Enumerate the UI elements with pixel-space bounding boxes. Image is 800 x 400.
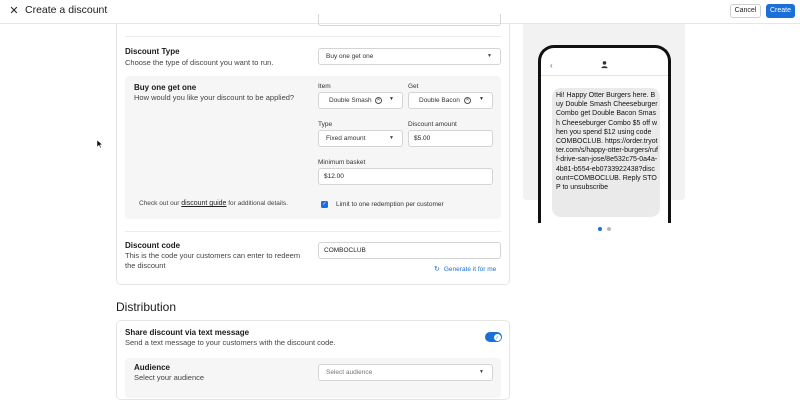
carousel-dot[interactable] (607, 227, 611, 231)
phone-header: ‹ (541, 48, 668, 76)
audience-description: Select your audience (134, 373, 205, 382)
discount-code-description: This is the code your customers can ente… (125, 251, 301, 270)
share-sms-description: Send a text message to your customers wi… (125, 338, 336, 347)
type-value: Fixed amount (326, 135, 366, 142)
generate-code-link[interactable]: ↻ Generate it for me (434, 265, 496, 273)
phone-mockup: ‹ Hi! Happy Otter Burgers here. Buy Doub… (538, 45, 671, 223)
minimum-basket-label: Minimum basket (318, 159, 366, 166)
share-sms-toggle[interactable]: ✓ (485, 332, 502, 342)
check-icon: ✓ (322, 201, 327, 207)
type-label: Type (318, 121, 333, 128)
clear-icon[interactable]: ✕ (464, 97, 471, 104)
sms-message-bubble: Hi! Happy Otter Burgers here. Buy Double… (552, 88, 660, 217)
carousel-dot-active[interactable] (598, 227, 602, 231)
guide-suffix: for additional details. (228, 200, 288, 207)
divider (125, 231, 501, 232)
guide-text: Check out our discount guide for additio… (139, 200, 288, 207)
discount-amount-input[interactable]: $5.00 (408, 130, 493, 147)
previous-field-input[interactable] (318, 14, 501, 26)
chevron-left-icon: ‹ (550, 61, 553, 70)
bogo-title: Buy one get one (134, 83, 197, 92)
discount-guide-link[interactable]: discount guide (181, 200, 226, 207)
audience-select[interactable]: Select audience ▼ (318, 364, 493, 381)
chevron-down-icon: ▼ (389, 135, 394, 141)
minimum-basket-input[interactable]: $12.00 (318, 168, 493, 185)
discount-code-input[interactable]: COMBOCLUB (318, 242, 501, 259)
limit-redemption-checkbox[interactable]: ✓ (321, 201, 328, 208)
share-sms-title: Share discount via text message (125, 328, 250, 337)
item-value: Double Smash (329, 97, 372, 104)
cancel-button[interactable]: Cancel (730, 4, 761, 18)
audience-placeholder: Select audience (326, 369, 373, 376)
discount-type-select[interactable]: Buy one get one ▼ (318, 48, 501, 65)
audience-title: Audience (134, 363, 171, 372)
discount-code-title: Discount code (125, 241, 181, 250)
discount-amount-label: Discount amount (408, 121, 457, 128)
close-icon[interactable]: ✕ (8, 4, 20, 18)
item-label: Item (318, 83, 331, 90)
get-label: Get (408, 83, 419, 90)
guide-prefix: Check out our (139, 200, 180, 207)
refresh-icon: ↻ (434, 266, 440, 273)
chevron-down-icon: ▼ (487, 53, 492, 59)
get-value: Double Bacon (419, 97, 460, 104)
generate-code-label: Generate it for me (443, 266, 497, 273)
check-icon: ✓ (493, 333, 501, 341)
mouse-cursor-icon (97, 140, 103, 148)
chevron-down-icon: ▼ (479, 369, 484, 375)
create-button[interactable]: Create (766, 4, 795, 18)
limit-redemption-label: Limit to one redemption per customer (336, 201, 444, 208)
bogo-description: How would you like your discount to be a… (134, 93, 295, 102)
page-title: Create a discount (25, 4, 108, 16)
chevron-down-icon: ▼ (479, 96, 484, 102)
distribution-title: Distribution (116, 300, 177, 314)
discount-type-value: Buy one get one (326, 53, 374, 60)
discount-type-description: Choose the type of discount you want to … (125, 58, 274, 67)
type-select[interactable]: Fixed amount ▼ (318, 130, 403, 147)
discount-type-title: Discount Type (125, 47, 180, 56)
clear-icon[interactable]: ✕ (375, 97, 382, 104)
divider (125, 36, 501, 37)
person-icon (601, 61, 608, 69)
chevron-down-icon: ▼ (389, 96, 394, 102)
